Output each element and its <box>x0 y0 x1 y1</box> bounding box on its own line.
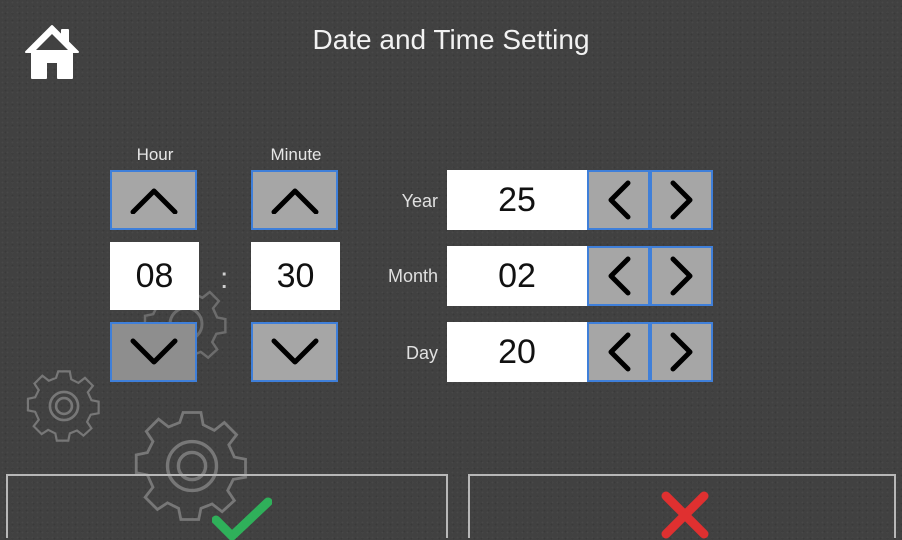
hour-up-button[interactable] <box>110 170 197 230</box>
year-label: Year <box>401 191 438 211</box>
chevron-right-icon <box>670 256 692 296</box>
time-separator: : <box>220 262 229 295</box>
day-label: Day <box>405 343 438 363</box>
confirm-button[interactable] <box>6 474 448 540</box>
chevron-left-icon <box>608 332 630 372</box>
month-decrement-button[interactable] <box>587 246 650 306</box>
year-decrement-button[interactable] <box>587 170 650 230</box>
day-decrement-button[interactable] <box>587 322 650 382</box>
chevron-right-icon <box>670 332 692 372</box>
year-increment-button[interactable] <box>650 170 713 230</box>
minute-up-button[interactable] <box>251 170 338 230</box>
checkmark-icon <box>212 497 272 540</box>
day-value[interactable]: 20 <box>447 322 587 382</box>
month-increment-button[interactable] <box>650 246 713 306</box>
hour-label: Hour <box>136 145 174 164</box>
cancel-button[interactable] <box>468 474 896 539</box>
year-value[interactable]: 25 <box>447 170 587 230</box>
minute-down-button[interactable] <box>251 322 338 382</box>
gear-icon <box>26 370 100 442</box>
day-increment-button[interactable] <box>650 322 713 382</box>
hour-down-button[interactable] <box>110 322 197 382</box>
minute-value[interactable]: 30 <box>251 242 340 310</box>
date-time-setting-screen: Date and Time Setting Hour 08 : Minute 3… <box>6 6 896 540</box>
chevron-right-icon <box>670 180 692 220</box>
chevron-left-icon <box>608 180 630 220</box>
chevron-down-icon <box>271 338 318 365</box>
month-value[interactable]: 02 <box>447 246 587 306</box>
minute-label: Minute <box>270 145 322 164</box>
month-label: Month <box>387 266 438 286</box>
chevron-up-icon <box>271 188 318 214</box>
chevron-down-icon <box>130 338 177 365</box>
hour-value[interactable]: 08 <box>110 242 199 310</box>
chevron-left-icon <box>608 256 630 296</box>
chevron-up-icon <box>130 188 177 214</box>
cross-icon <box>661 491 709 539</box>
page-title: Date and Time Setting <box>312 24 590 55</box>
